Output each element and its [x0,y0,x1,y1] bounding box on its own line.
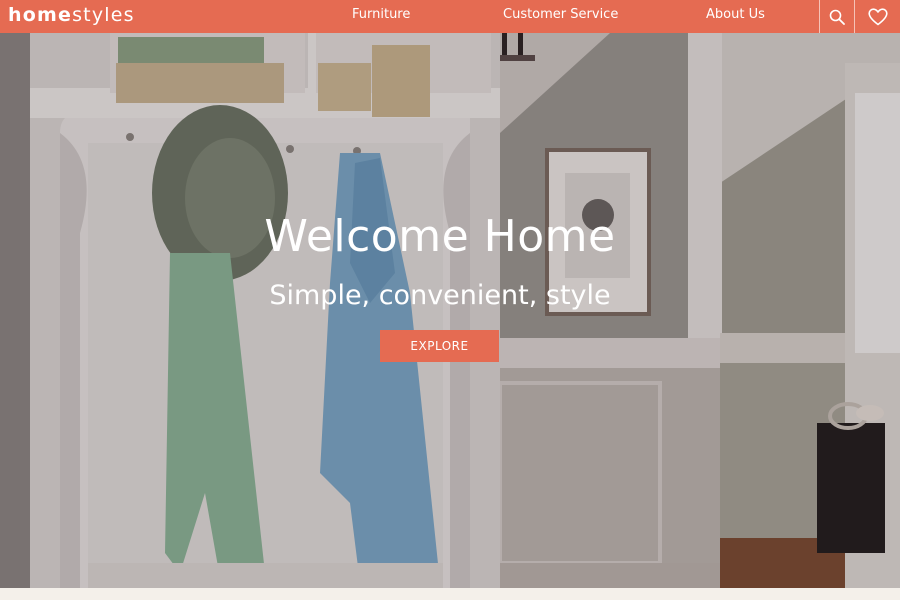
search-icon [829,9,845,25]
heart-icon [867,7,888,25]
nav-link-customer-service[interactable]: Customer Service [503,0,618,33]
page-bottom-strip [0,588,900,600]
explore-button[interactable]: EXPLORE [380,330,499,362]
nav-link-about-us[interactable]: About Us [706,0,765,33]
search-button[interactable] [819,0,854,33]
nav-links: Furniture Customer Service About Us [320,0,800,33]
hero-subtitle: Simple, convenient, style [269,280,611,311]
hero-banner: Welcome Home Simple, convenient, style E… [0,33,900,588]
brand-logo-light: styles [72,4,135,26]
wishlist-button[interactable] [854,0,900,33]
nav-link-furniture[interactable]: Furniture [352,0,410,33]
hero-title: Welcome Home [264,211,616,262]
top-nav: homestyles Furniture Customer Service Ab… [0,0,900,33]
brand-logo-bold: home [8,4,73,26]
brand-logo[interactable]: homestyles [8,4,135,26]
